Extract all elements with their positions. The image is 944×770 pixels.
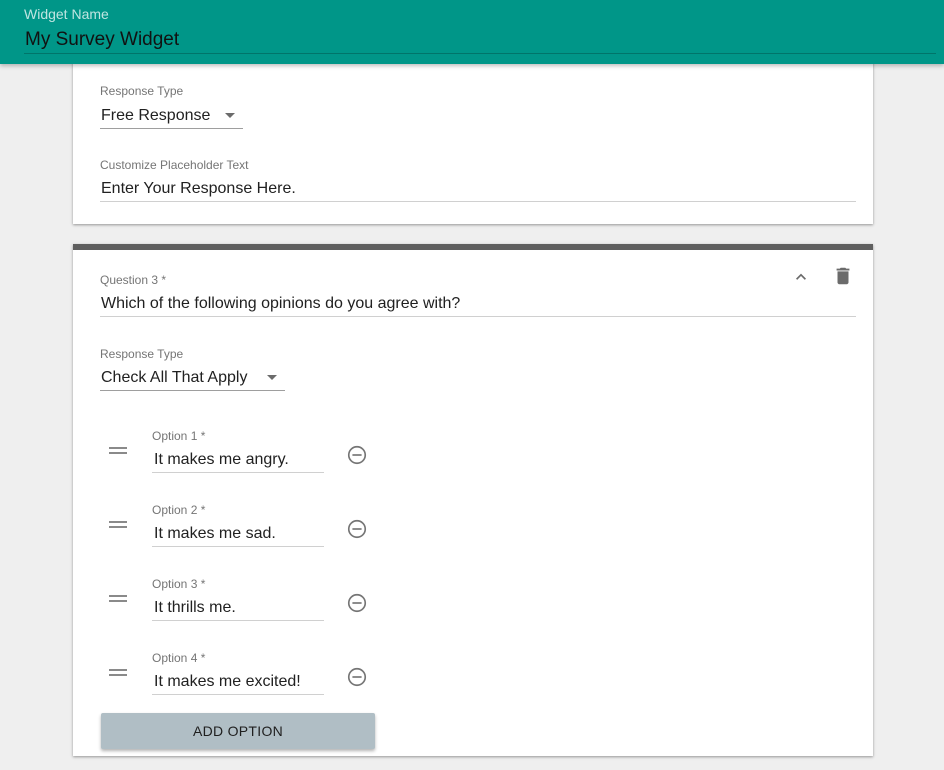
minus-circle-icon[interactable] (346, 444, 368, 466)
trash-icon[interactable] (832, 264, 854, 288)
placeholder-text-label: Customize Placeholder Text (100, 158, 249, 172)
drag-handle-icon[interactable] (109, 521, 127, 529)
response-type-label: Response Type (100, 347, 184, 361)
question-label: Question 3 * (100, 273, 167, 287)
response-type-underline (100, 128, 243, 129)
response-type-select[interactable]: Check All That Apply (101, 369, 247, 387)
option-label: Option 2 * (152, 503, 206, 517)
chevron-down-icon[interactable] (225, 113, 235, 118)
option-input[interactable]: It makes me sad. (154, 525, 276, 543)
minus-circle-icon[interactable] (346, 518, 368, 540)
option-label: Option 4 * (152, 651, 206, 665)
option-input[interactable]: It makes me excited! (154, 673, 301, 691)
widget-name-input[interactable]: My Survey Widget (25, 29, 179, 51)
option-underline (152, 620, 324, 621)
option-label: Option 1 * (152, 429, 206, 443)
question-card-2: Response Type Free Response Customize Pl… (73, 40, 873, 224)
option-underline (152, 472, 324, 473)
question-card-3: Question 3 * Which of the following opin… (73, 244, 873, 756)
question-underline (100, 316, 856, 317)
question-input[interactable]: Which of the following opinions do you a… (101, 295, 460, 313)
option-underline (152, 546, 324, 547)
chevron-up-icon[interactable] (791, 267, 811, 287)
drag-handle-icon[interactable] (109, 669, 127, 677)
widget-name-label: Widget Name (24, 6, 109, 22)
minus-circle-icon[interactable] (346, 592, 368, 614)
drag-handle-icon[interactable] (109, 447, 127, 455)
placeholder-text-input[interactable]: Enter Your Response Here. (101, 180, 296, 198)
app-header: Widget Name My Survey Widget (0, 0, 944, 64)
drag-handle-icon[interactable] (109, 595, 127, 603)
response-type-select[interactable]: Free Response (101, 107, 210, 125)
option-input[interactable]: It makes me angry. (154, 451, 289, 469)
placeholder-text-underline (100, 201, 856, 202)
minus-circle-icon[interactable] (346, 666, 368, 688)
widget-name-underline (24, 53, 936, 54)
response-type-underline (100, 390, 285, 391)
option-label: Option 3 * (152, 577, 206, 591)
response-type-label: Response Type (100, 84, 184, 98)
option-underline (152, 694, 324, 695)
add-option-button[interactable]: ADD OPTION (101, 713, 375, 749)
chevron-down-icon[interactable] (267, 375, 277, 380)
option-input[interactable]: It thrills me. (154, 599, 236, 617)
